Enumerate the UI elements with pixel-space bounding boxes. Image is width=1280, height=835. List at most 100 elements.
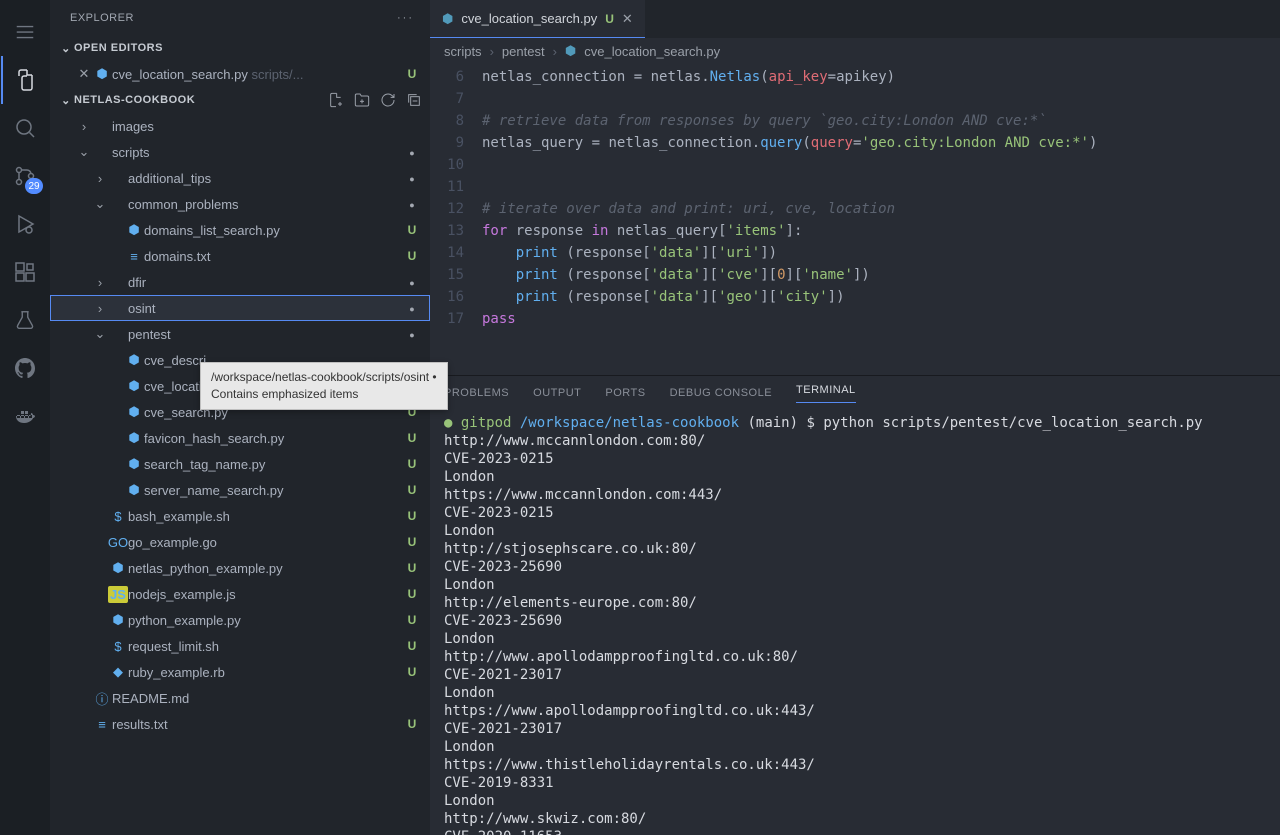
explorer-title: EXPLORER bbox=[70, 12, 134, 24]
item-label: nodejs_example.js bbox=[128, 587, 404, 602]
chevron-down-icon: ⌄ bbox=[58, 94, 74, 107]
file-item[interactable]: ⬢server_name_search.pyU bbox=[50, 477, 430, 503]
folder-item[interactable]: ›images bbox=[50, 113, 430, 139]
item-label: domains_list_search.py bbox=[144, 223, 404, 238]
panel-tab-debug-console[interactable]: DEBUG CONSOLE bbox=[670, 387, 772, 399]
close-icon[interactable]: ✕ bbox=[622, 11, 633, 27]
testing-icon[interactable] bbox=[1, 296, 49, 344]
file-item[interactable]: JSnodejs_example.jsU bbox=[50, 581, 430, 607]
item-label: README.md bbox=[112, 691, 404, 706]
folder-item[interactable]: ⌄ pentest bbox=[50, 321, 430, 347]
file-item[interactable]: GOgo_example.goU bbox=[50, 529, 430, 555]
code-line[interactable]: netlas_connection = netlas.Netlas(api_ke… bbox=[482, 66, 895, 88]
chevron-icon: ⌄ bbox=[92, 196, 108, 212]
folder-item[interactable]: ⌄common_problems bbox=[50, 191, 430, 217]
github-icon[interactable] bbox=[1, 344, 49, 392]
more-icon[interactable]: ··· bbox=[397, 12, 414, 24]
code-line[interactable]: for response in netlas_query['items']: bbox=[482, 220, 802, 242]
search-icon[interactable] bbox=[1, 104, 49, 152]
file-item[interactable]: ⓘREADME.md bbox=[50, 685, 430, 711]
code-line[interactable]: # iterate over data and print: uri, cve,… bbox=[482, 198, 895, 220]
activity-bar: 29 bbox=[0, 0, 50, 835]
panel-tab-output[interactable]: OUTPUT bbox=[533, 387, 581, 399]
item-label: domains.txt bbox=[144, 249, 404, 264]
item-label: server_name_search.py bbox=[144, 483, 404, 498]
file-item[interactable]: ⬢netlas_python_example.pyU bbox=[50, 555, 430, 581]
git-status bbox=[404, 275, 420, 289]
terminal[interactable]: ● gitpod /workspace/netlas-cookbook (mai… bbox=[430, 410, 1280, 835]
git-status: U bbox=[404, 249, 420, 263]
item-label: ruby_example.rb bbox=[128, 665, 404, 680]
line-number: 14 bbox=[430, 242, 482, 264]
new-folder-icon[interactable] bbox=[354, 92, 370, 108]
line-number: 15 bbox=[430, 264, 482, 286]
git-status: U bbox=[404, 587, 420, 601]
sh-file-icon: $ bbox=[108, 639, 128, 654]
code-line[interactable]: netlas_query = netlas_connection.query(q… bbox=[482, 132, 1097, 154]
panel-tab-ports[interactable]: PORTS bbox=[605, 387, 645, 399]
folder-item[interactable]: ›additional_tips bbox=[50, 165, 430, 191]
item-label: images bbox=[112, 119, 404, 134]
code-editor[interactable]: 6netlas_connection = netlas.Netlas(api_k… bbox=[430, 64, 1280, 375]
file-item[interactable]: ≡domains.txtU bbox=[50, 243, 430, 269]
refresh-icon[interactable] bbox=[380, 92, 396, 108]
docker-icon[interactable] bbox=[1, 392, 49, 440]
extensions-icon[interactable] bbox=[1, 248, 49, 296]
panel-tab-terminal[interactable]: TERMINAL bbox=[796, 384, 856, 403]
file-item[interactable]: ≡results.txtU bbox=[50, 711, 430, 737]
py-file-icon: ⬢ bbox=[124, 430, 144, 446]
editor-area: ⬢ cve_location_search.py U ✕ scripts› pe… bbox=[430, 0, 1280, 835]
git-status: U bbox=[404, 509, 420, 523]
git-status: U bbox=[404, 717, 420, 731]
chevron-icon: › bbox=[92, 171, 108, 186]
code-line[interactable]: print (response['data']['uri']) bbox=[482, 242, 777, 264]
folder-item[interactable]: ›osint bbox=[50, 295, 430, 321]
menu-icon[interactable] bbox=[1, 8, 49, 56]
item-label: favicon_hash_search.py bbox=[144, 431, 404, 446]
file-item[interactable]: ◆ruby_example.rbU bbox=[50, 659, 430, 685]
file-item[interactable]: ⬢python_example.pyU bbox=[50, 607, 430, 633]
git-status bbox=[404, 197, 420, 211]
py-file-icon: ⬢ bbox=[124, 482, 144, 498]
sidebar-header: EXPLORER ··· bbox=[50, 0, 430, 35]
chevron-icon: ⌄ bbox=[92, 326, 108, 342]
open-editor-item[interactable]: ✕ ⬢ cve_location_search.py scripts/... U bbox=[50, 61, 430, 87]
folder-item[interactable]: ⌄scripts bbox=[50, 139, 430, 165]
explorer-icon[interactable] bbox=[1, 56, 49, 104]
py-file-icon: ⬢ bbox=[108, 560, 128, 576]
item-label: netlas_python_example.py bbox=[128, 561, 404, 576]
tooltip: /workspace/netlas-cookbook/scripts/osint… bbox=[200, 362, 448, 410]
code-line[interactable]: # retrieve data from responses by query … bbox=[482, 110, 1047, 132]
item-label: go_example.go bbox=[128, 535, 404, 550]
code-line[interactable]: pass bbox=[482, 308, 516, 330]
git-status bbox=[404, 327, 420, 341]
git-status: U bbox=[404, 639, 420, 653]
file-item[interactable]: ⬢domains_list_search.pyU bbox=[50, 217, 430, 243]
line-number: 10 bbox=[430, 154, 482, 176]
code-line[interactable]: print (response['data']['cve'][0]['name'… bbox=[482, 264, 870, 286]
editor-tab[interactable]: ⬢ cve_location_search.py U ✕ bbox=[430, 0, 645, 38]
panel-tab-problems[interactable]: PROBLEMS bbox=[444, 387, 509, 399]
py-file-icon: ⬢ bbox=[124, 352, 144, 368]
breadcrumbs[interactable]: scripts› pentest› ⬢ cve_location_search.… bbox=[430, 38, 1280, 64]
folder-item[interactable]: ›dfir bbox=[50, 269, 430, 295]
close-icon[interactable]: ✕ bbox=[76, 66, 92, 82]
collapse-all-icon[interactable] bbox=[406, 92, 422, 108]
workspace-header[interactable]: ⌄ NETLAS-COOKBOOK bbox=[50, 87, 430, 113]
chevron-icon: › bbox=[92, 275, 108, 290]
git-status: U bbox=[404, 665, 420, 679]
git-status: U bbox=[404, 535, 420, 549]
open-editors-header[interactable]: ⌄ OPEN EDITORS bbox=[50, 35, 430, 61]
py-file-icon: ⬢ bbox=[124, 456, 144, 472]
line-number: 16 bbox=[430, 286, 482, 308]
new-file-icon[interactable] bbox=[328, 92, 344, 108]
file-item[interactable]: $bash_example.shU bbox=[50, 503, 430, 529]
code-line[interactable]: print (response['data']['geo']['city']) bbox=[482, 286, 845, 308]
file-item[interactable]: ⬢search_tag_name.pyU bbox=[50, 451, 430, 477]
item-label: pentest bbox=[128, 327, 404, 342]
run-debug-icon[interactable] bbox=[1, 200, 49, 248]
source-control-icon[interactable]: 29 bbox=[1, 152, 49, 200]
file-item[interactable]: $request_limit.shU bbox=[50, 633, 430, 659]
item-label: osint bbox=[128, 301, 404, 316]
file-item[interactable]: ⬢favicon_hash_search.pyU bbox=[50, 425, 430, 451]
